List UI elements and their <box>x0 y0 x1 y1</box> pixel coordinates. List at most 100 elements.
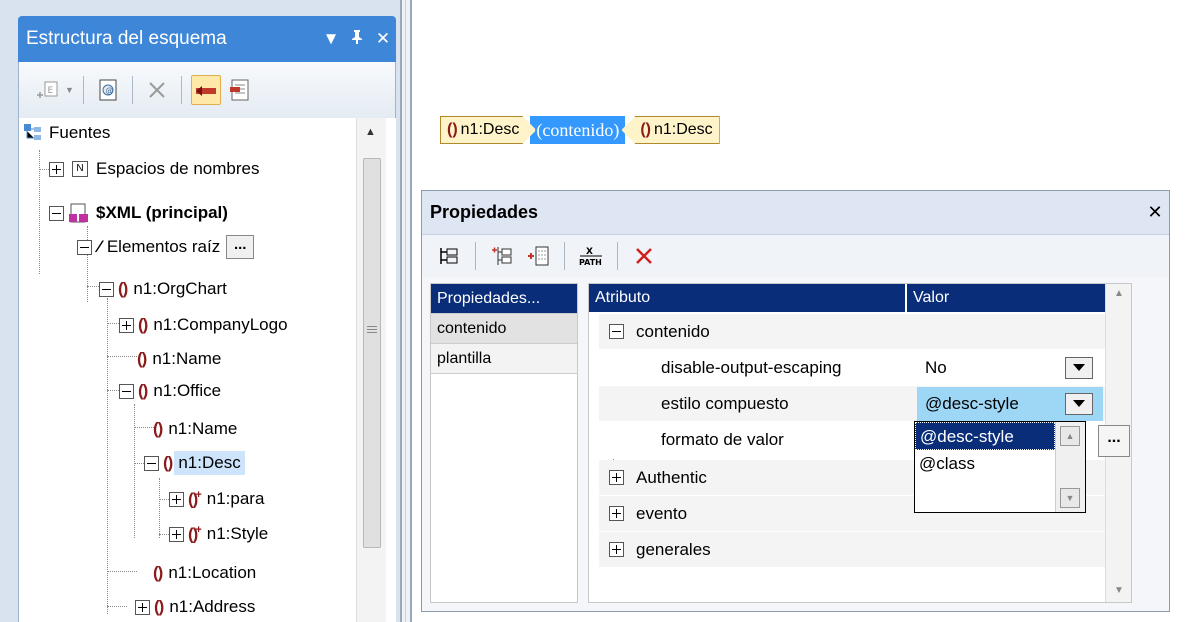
tree-row-desc[interactable]: () n1:Desc <box>144 448 245 478</box>
tree-row-fuentes[interactable]: Fuentes <box>23 118 110 148</box>
dropdown-arrow-icon[interactable]: ▼ <box>65 85 74 95</box>
tree-row-office-name[interactable]: () n1:Name <box>153 414 237 444</box>
element-icon: () <box>118 279 128 298</box>
scrollbar-thumb[interactable] <box>363 158 381 548</box>
panel-menu-icon[interactable]: ▼ <box>318 29 344 49</box>
end-tag[interactable]: () n1:Desc <box>621 116 720 144</box>
tree-scrollbar[interactable]: ▲ <box>356 118 386 622</box>
dropdown-scrollbar[interactable]: ▲ ▼ <box>1055 422 1085 512</box>
dropdown-arrow-icon[interactable] <box>1065 392 1093 415</box>
tree-row-xml-principal[interactable]: $XML (principal) <box>49 198 228 228</box>
tree-row-location[interactable]: () n1:Location <box>153 558 256 588</box>
panel-splitter[interactable] <box>400 0 412 622</box>
scroll-up-icon[interactable]: ▲ <box>365 126 376 138</box>
close-icon[interactable]: ✕ <box>370 29 396 49</box>
tree-row-orgchart[interactable]: () n1:OrgChart <box>99 274 227 304</box>
design-view-tags: () n1:Desc (contenido) () n1:Desc <box>440 115 720 145</box>
tree-guide <box>107 356 137 357</box>
slash-icon: ⁄ <box>98 237 101 256</box>
properties-for-list: Propiedades... contenido plantilla <box>430 283 578 603</box>
dropdown-arrow-icon[interactable] <box>1065 356 1093 379</box>
show-only-used-icon[interactable] <box>190 75 221 105</box>
properties-for-header: Propiedades... <box>431 284 577 314</box>
tree-row-address[interactable]: () n1:Address <box>135 592 255 622</box>
collapse-icon[interactable] <box>609 324 624 339</box>
expand-icon[interactable] <box>49 161 64 177</box>
add-element-icon[interactable]: E <box>33 75 63 105</box>
tree-row-para[interactable]: ()+ n1:para <box>169 484 264 514</box>
property-row-estilo-compuesto[interactable]: estilo compuesto @desc-style <box>599 386 1131 422</box>
column-header-attribute: Atributo <box>589 284 907 312</box>
add-group-icon[interactable] <box>523 241 553 271</box>
sources-icon <box>24 124 41 140</box>
property-value-combo[interactable]: @desc-style <box>917 386 1103 421</box>
toolbar-separator <box>131 76 133 104</box>
mixed-element-icon: ()+ <box>188 488 202 509</box>
delete-icon[interactable] <box>142 75 172 105</box>
tree-row-office[interactable]: () n1:Office <box>119 376 221 406</box>
tree-label: n1:Location <box>168 563 257 582</box>
root-elements-dots-button[interactable]: ... <box>226 235 255 259</box>
tree-row-name[interactable]: () n1:Name <box>137 344 221 374</box>
dropdown-option[interactable]: @class <box>915 450 1055 478</box>
property-group-contenido[interactable]: contenido <box>599 314 1131 350</box>
element-icon: () <box>154 597 164 616</box>
svg-text:@: @ <box>105 86 113 95</box>
tree-guide <box>87 286 99 287</box>
collapse-icon[interactable] <box>49 205 64 221</box>
toolbar-separator <box>564 242 565 270</box>
collapse-icon[interactable] <box>144 455 159 471</box>
property-row-disable-output-escaping[interactable]: disable-output-escaping No <box>599 350 1131 386</box>
tree-guide <box>134 427 154 428</box>
scroll-up-icon[interactable]: ▲ <box>1060 426 1080 446</box>
expand-icon[interactable] <box>609 542 624 557</box>
add-property-icon[interactable] <box>487 241 517 271</box>
element-icon: () <box>138 381 148 400</box>
value-dropdown-list: @desc-style @class ▲ ▼ <box>914 421 1086 513</box>
property-group-generales[interactable]: generales <box>599 532 1131 568</box>
toolbar-separator <box>180 76 182 104</box>
properties-window: Propiedades ✕ X PATH Propiedades... conte… <box>421 190 1170 612</box>
xpath-icon[interactable]: X PATH <box>576 241 606 271</box>
categories-icon[interactable] <box>434 241 464 271</box>
element-icon: () <box>447 121 458 138</box>
expand-icon[interactable] <box>169 526 184 542</box>
delete-icon[interactable] <box>629 241 659 271</box>
pin-icon[interactable] <box>344 29 370 50</box>
content-placeholder[interactable]: (contenido) <box>530 116 626 144</box>
properties-for-item[interactable]: contenido <box>431 314 577 344</box>
tree-guide <box>159 534 169 535</box>
expand-icon[interactable] <box>609 470 624 485</box>
collapse-icon[interactable] <box>119 383 134 399</box>
property-label: disable-output-escaping <box>661 357 842 377</box>
expand-icon[interactable] <box>609 506 624 521</box>
group-label: contenido <box>636 321 710 341</box>
scroll-up-icon[interactable]: ▲ <box>1114 288 1124 299</box>
tree-row-companylogo[interactable]: () n1:CompanyLogo <box>119 310 288 340</box>
collapse-icon[interactable] <box>99 281 114 297</box>
expand-icon[interactable] <box>119 317 134 333</box>
expand-icon[interactable] <box>135 599 150 615</box>
tree-row-root-elements[interactable]: ⁄ Elementos raíz ... <box>77 232 255 262</box>
global-templates-icon[interactable]: @ <box>93 75 123 105</box>
tree-row-style[interactable]: ()+ n1:Style <box>169 519 268 549</box>
close-icon[interactable]: ✕ <box>1141 202 1169 223</box>
property-value: @desc-style <box>925 393 1019 413</box>
schema-tree: Fuentes N Espacios de nombres $XML (prin… <box>18 118 396 622</box>
show-all-icon[interactable] <box>225 75 255 105</box>
scroll-down-icon[interactable]: ▼ <box>1060 488 1080 508</box>
property-value-combo[interactable]: No <box>917 351 1103 385</box>
properties-for-item[interactable]: plantilla <box>431 344 577 374</box>
dropdown-option[interactable]: @desc-style <box>915 422 1055 450</box>
tree-label-selected: n1:Desc <box>174 451 245 475</box>
start-tag[interactable]: () n1:Desc <box>440 116 536 144</box>
schema-toolbar: E ▼ @ <box>18 62 396 118</box>
scroll-down-icon[interactable]: ▼ <box>1114 585 1124 596</box>
element-icon: () <box>640 121 651 138</box>
edit-value-dots-button[interactable]: ... <box>1098 425 1130 457</box>
expand-icon[interactable] <box>169 491 184 507</box>
collapse-icon[interactable] <box>77 239 92 255</box>
property-label: formato de valor <box>661 429 784 449</box>
end-tag-label: n1:Desc <box>653 121 713 138</box>
tree-row-namespaces[interactable]: N Espacios de nombres <box>49 154 259 184</box>
